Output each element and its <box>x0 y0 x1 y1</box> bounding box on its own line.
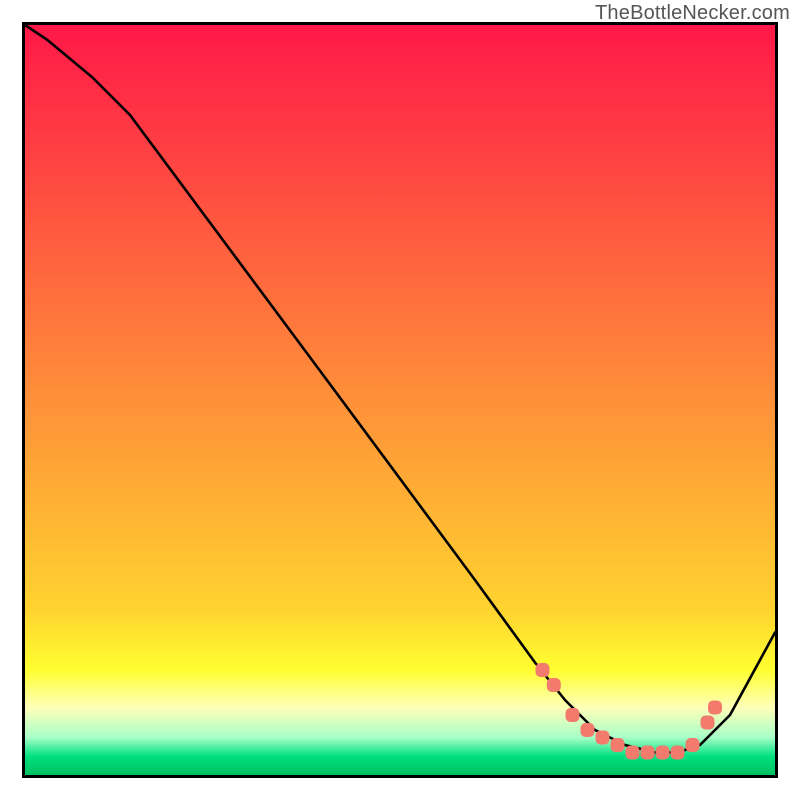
marker-dot <box>701 716 715 730</box>
marker-dot <box>708 701 722 715</box>
chart-background <box>25 25 775 775</box>
marker-dot <box>566 708 580 722</box>
marker-dot <box>611 738 625 752</box>
marker-dot <box>596 731 610 745</box>
marker-dot <box>536 663 550 677</box>
marker-dot <box>641 746 655 760</box>
marker-dot <box>671 746 685 760</box>
watermark-text: TheBottleNecker.com <box>595 2 790 25</box>
marker-dot <box>686 738 700 752</box>
chart-canvas <box>25 25 775 775</box>
marker-dot <box>626 746 640 760</box>
marker-dot <box>547 678 561 692</box>
marker-dot <box>656 746 670 760</box>
marker-dot <box>581 723 595 737</box>
chart-root: TheBottleNecker.com <box>0 0 800 800</box>
chart-frame <box>22 22 778 778</box>
